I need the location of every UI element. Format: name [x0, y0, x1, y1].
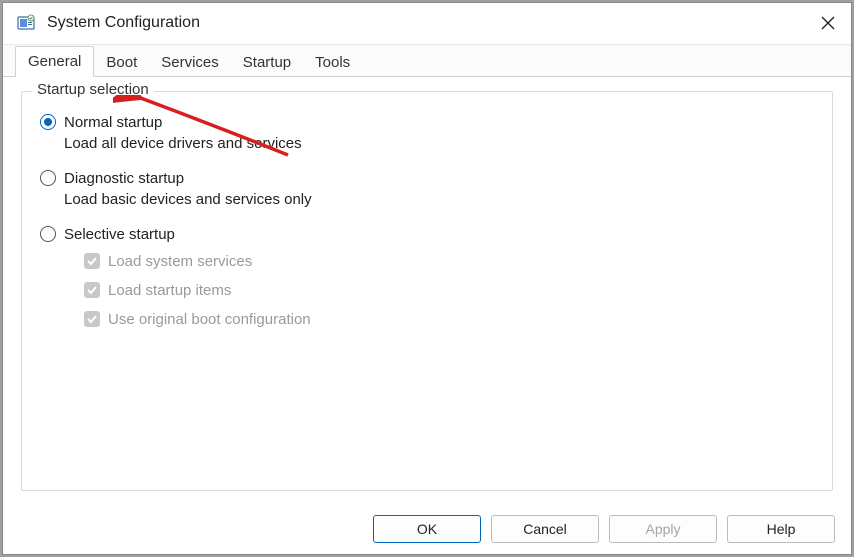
checkmark-icon: [86, 255, 98, 267]
radio-block-normal: Normal startup Load all device drivers a…: [40, 114, 814, 152]
selective-options: Load system services Load startup items …: [84, 253, 814, 328]
tab-services[interactable]: Services: [149, 48, 231, 77]
check-row: Use original boot configuration: [84, 311, 814, 328]
app-icon: [17, 14, 37, 32]
window: System Configuration General Boot Servic…: [2, 2, 852, 555]
tab-panel: Startup selection Normal startup Load al…: [3, 77, 851, 505]
help-button[interactable]: Help: [727, 515, 835, 543]
radio-diagnostic-startup[interactable]: [40, 170, 56, 186]
checkbox-use-original-boot-config: [84, 311, 100, 327]
tab-boot[interactable]: Boot: [94, 48, 149, 77]
check-label: Use original boot configuration: [108, 311, 311, 328]
group-legend: Startup selection: [32, 81, 154, 98]
group-startup-selection: Startup selection Normal startup Load al…: [21, 91, 833, 491]
cancel-button[interactable]: Cancel: [491, 515, 599, 543]
check-label: Load startup items: [108, 282, 231, 299]
close-icon: [821, 16, 835, 30]
tab-startup[interactable]: Startup: [231, 48, 303, 77]
radio-label: Selective startup: [64, 226, 175, 243]
radio-normal-startup[interactable]: [40, 114, 56, 130]
ok-button[interactable]: OK: [373, 515, 481, 543]
checkbox-load-startup-items: [84, 282, 100, 298]
button-bar: OK Cancel Apply Help: [3, 505, 851, 554]
checkmark-icon: [86, 284, 98, 296]
radio-block-selective: Selective startup: [40, 226, 814, 243]
check-row: Load system services: [84, 253, 814, 270]
radio-label: Diagnostic startup: [64, 170, 184, 187]
radio-desc: Load basic devices and services only: [64, 191, 814, 208]
tab-tools[interactable]: Tools: [303, 48, 362, 77]
window-title: System Configuration: [47, 14, 805, 32]
radio-selective-startup[interactable]: [40, 226, 56, 242]
check-row: Load startup items: [84, 282, 814, 299]
checkmark-icon: [86, 313, 98, 325]
titlebar: System Configuration: [3, 3, 851, 45]
apply-button: Apply: [609, 515, 717, 543]
radio-desc: Load all device drivers and services: [64, 135, 814, 152]
radio-block-diagnostic: Diagnostic startup Load basic devices an…: [40, 170, 814, 208]
close-button[interactable]: [805, 3, 851, 44]
radio-label: Normal startup: [64, 114, 162, 131]
tab-general[interactable]: General: [15, 46, 94, 77]
checkbox-load-system-services: [84, 253, 100, 269]
check-label: Load system services: [108, 253, 252, 270]
tab-bar: General Boot Services Startup Tools: [3, 45, 851, 77]
